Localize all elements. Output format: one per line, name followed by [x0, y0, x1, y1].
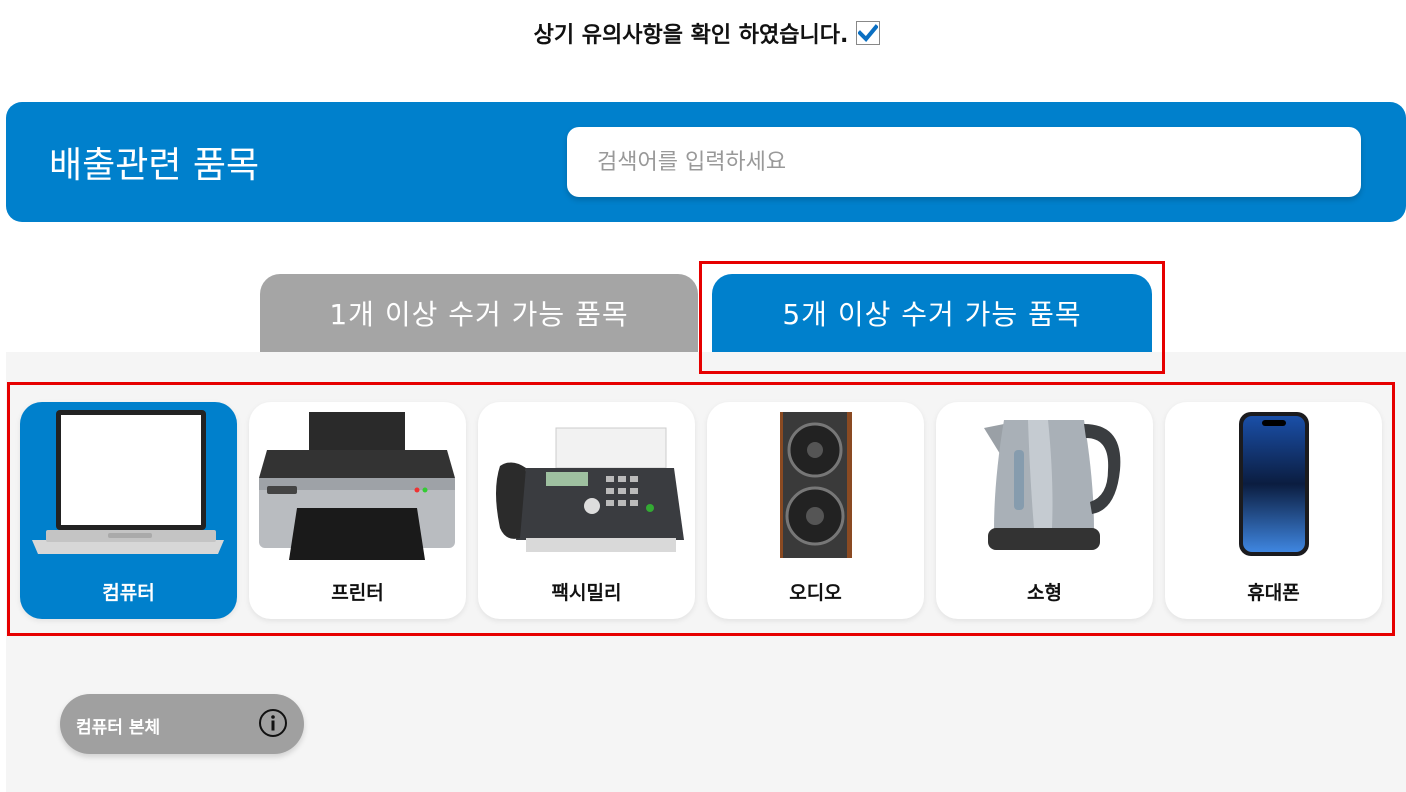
item-chip-label: 컴퓨터 본체: [76, 718, 161, 738]
consent-checkbox[interactable]: [856, 21, 881, 45]
page-title: 배출관련 품목: [49, 145, 260, 186]
tab-1-plus-items[interactable]: 1개 이상 수거 가능 품목: [260, 274, 698, 352]
printer-image: [259, 412, 455, 560]
consent-text: 상기 유의사항을 확인 하였습니다.: [533, 23, 849, 48]
category-audio[interactable]: 오디오: [707, 402, 924, 619]
search-input[interactable]: [567, 127, 1361, 197]
category-label: 휴대폰: [1247, 582, 1300, 604]
category-label: 프린터: [331, 582, 384, 604]
header-bar: 배출관련 품목: [6, 102, 1406, 222]
tab-5-plus-items[interactable]: 5개 이상 수거 가능 품목: [712, 274, 1152, 352]
speaker-image: [780, 412, 852, 558]
category-label: 소형: [1027, 582, 1062, 604]
category-printer[interactable]: 프린터: [249, 402, 466, 619]
item-chip-computer-body[interactable]: 컴퓨터 본체: [60, 694, 304, 754]
category-label: 팩시밀리: [551, 582, 622, 604]
category-label: 오디오: [789, 582, 842, 604]
consent-row: 상기 유의사항을 확인 하였습니다.: [0, 17, 1406, 49]
electric-kettle-image: [984, 420, 1121, 550]
fax-machine-image: [496, 427, 684, 552]
category-phone[interactable]: 휴대폰: [1165, 402, 1382, 619]
info-icon[interactable]: [258, 708, 288, 738]
category-computer[interactable]: 컴퓨터: [20, 402, 237, 619]
category-small-appliance[interactable]: 소형: [936, 402, 1153, 619]
category-label: 컴퓨터: [102, 582, 155, 604]
smartphone-image: [1239, 412, 1309, 556]
category-fax[interactable]: 팩시밀리: [478, 402, 695, 619]
checkmark-icon: [858, 24, 879, 42]
laptop-image: [32, 410, 224, 554]
